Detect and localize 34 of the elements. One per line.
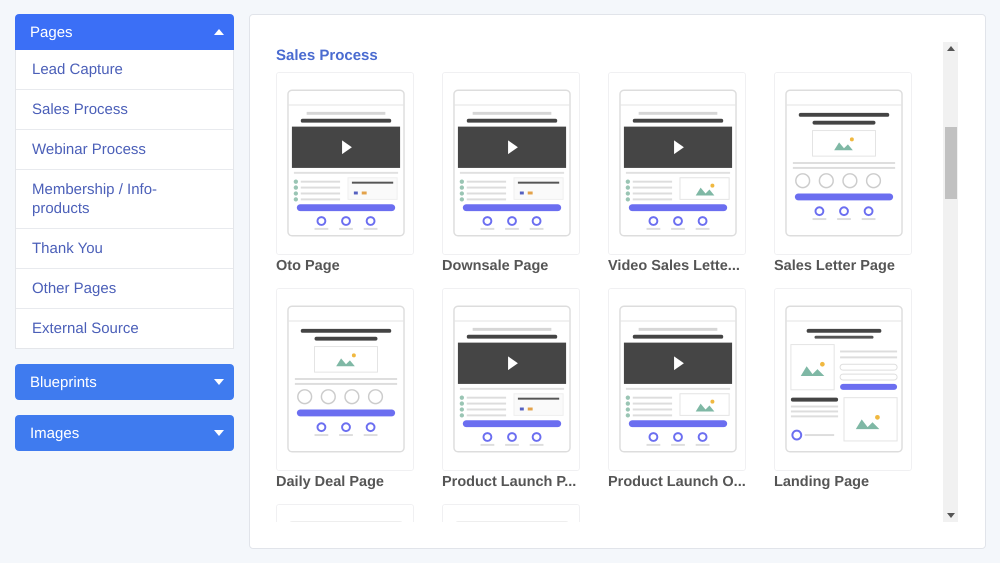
sidebar-item[interactable]: Other Pages xyxy=(16,268,233,308)
scrollbar-thumb[interactable] xyxy=(944,127,956,199)
sidebar-item[interactable]: Sales Process xyxy=(16,89,233,129)
scroll-down-icon[interactable] xyxy=(946,513,954,518)
sidebar-item[interactable]: Membership / Info-products xyxy=(16,169,233,228)
caret-icon xyxy=(214,379,224,385)
template-card[interactable] xyxy=(608,288,746,471)
caret-icon xyxy=(214,430,224,436)
sidebar-item[interactable]: Thank You xyxy=(16,228,233,268)
template-card[interactable] xyxy=(608,72,746,255)
template-card[interactable] xyxy=(276,72,414,255)
template-name: Daily Deal Page xyxy=(276,474,385,490)
sidebar-item[interactable]: External Source xyxy=(16,308,233,348)
scroll-up-icon[interactable] xyxy=(946,46,954,51)
template-name: Oto Page xyxy=(276,258,341,274)
template-card[interactable] xyxy=(774,288,912,471)
template-name: Product Launch P... xyxy=(442,474,578,490)
template-card[interactable] xyxy=(774,72,912,255)
accordion-header[interactable]: Pages xyxy=(15,14,234,50)
section-title: Sales Process xyxy=(276,47,379,64)
template-card[interactable] xyxy=(442,288,580,471)
template-name: Sales Letter Page xyxy=(774,258,896,274)
accordion-header[interactable]: Images xyxy=(15,415,234,451)
template-name: Landing Page xyxy=(774,474,870,490)
template-name: Video Sales Lette... xyxy=(608,258,741,274)
template-name: Downsale Page xyxy=(442,258,550,274)
caret-icon xyxy=(214,29,224,35)
scrollbar[interactable] xyxy=(943,42,958,522)
template-name: Product Launch O... xyxy=(608,474,746,490)
template-card[interactable] xyxy=(442,72,580,255)
sidebar-item[interactable]: Lead Capture xyxy=(16,50,233,89)
accordion-header[interactable]: Blueprints xyxy=(15,364,234,400)
template-card[interactable] xyxy=(276,288,414,471)
sidebar-item[interactable]: Webinar Process xyxy=(16,129,233,169)
